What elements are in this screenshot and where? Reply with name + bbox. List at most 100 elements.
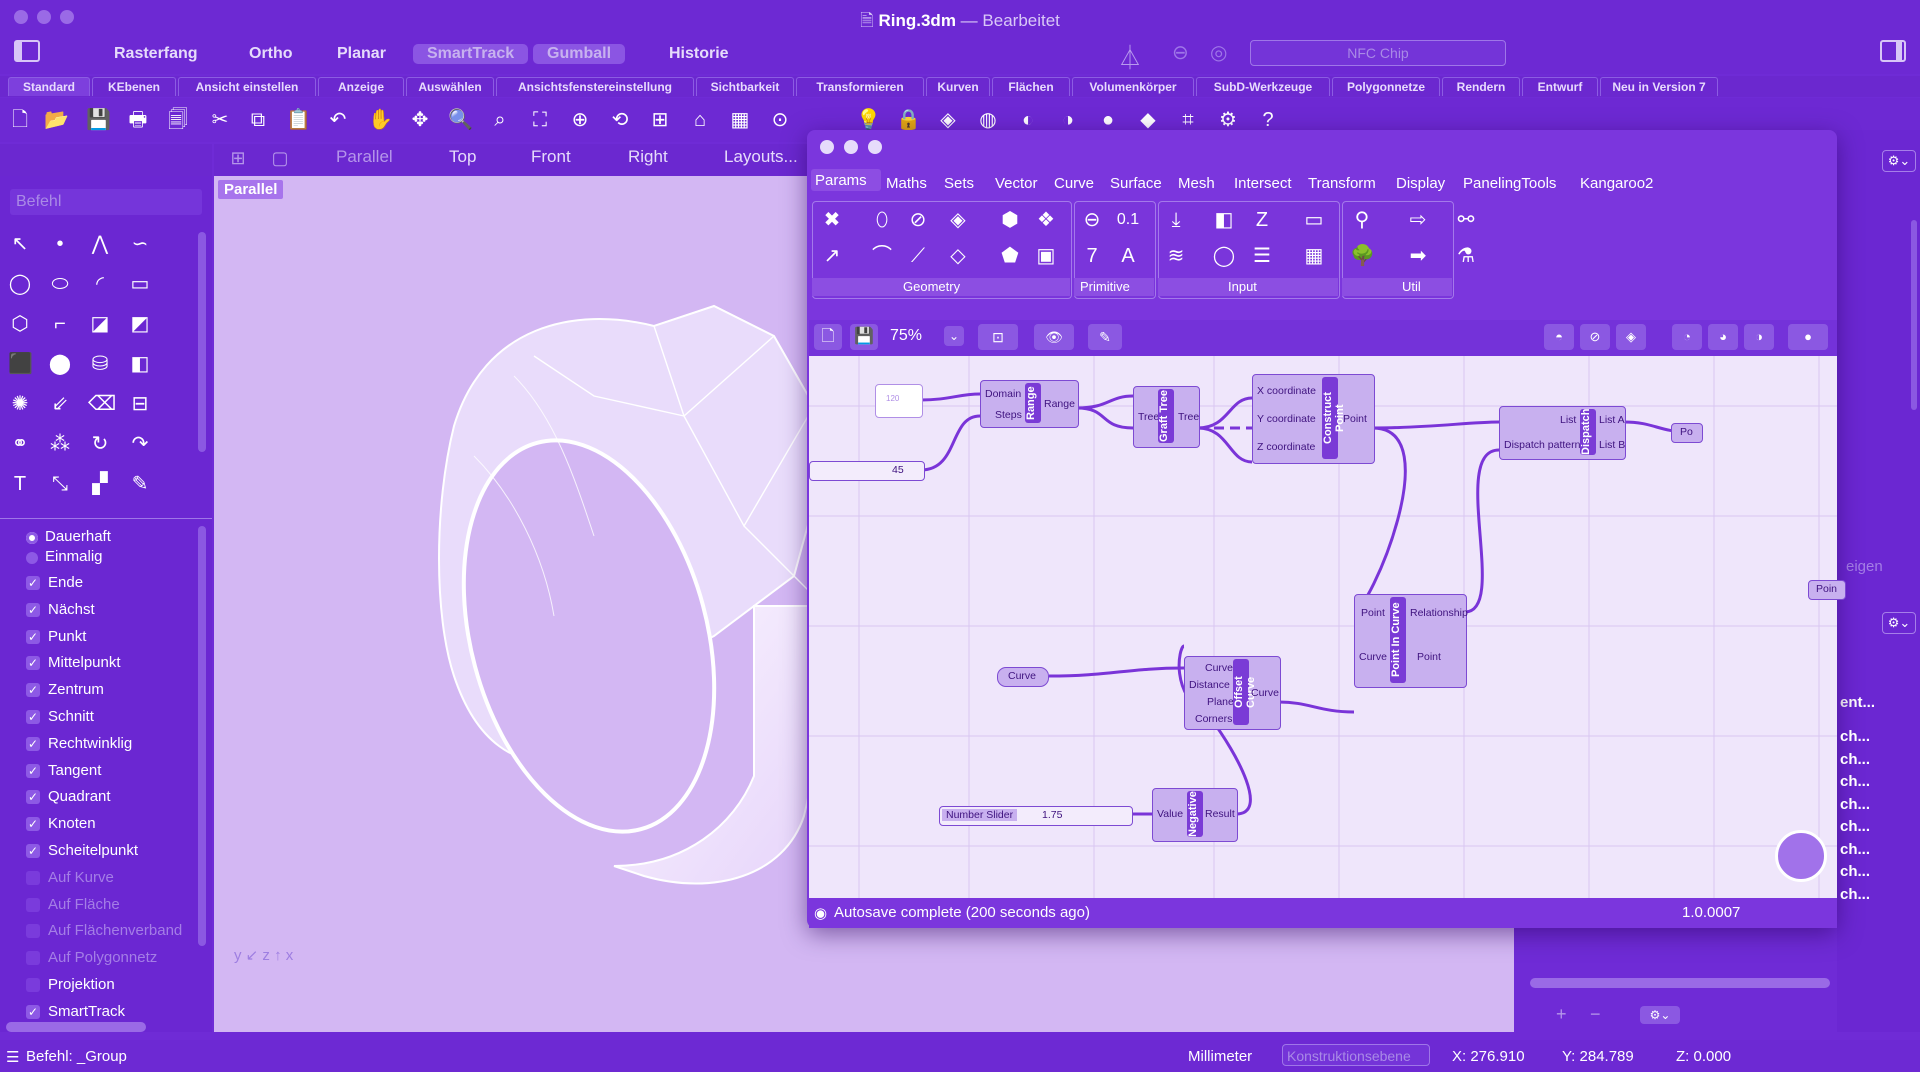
move-icon[interactable]: ↷ (128, 432, 152, 456)
osnap-checkbox-6[interactable]: ✓ (26, 736, 40, 751)
osnap-checkbox-4[interactable]: ✓ (26, 683, 40, 698)
util-tree-icon[interactable]: 🌳 (1350, 244, 1375, 268)
radio-1[interactable] (26, 552, 38, 564)
command-input[interactable]: Befehl (10, 189, 202, 215)
number-slider-1[interactable]: 45 (809, 461, 925, 481)
osnap-checkbox-13[interactable] (26, 924, 40, 939)
panel-node[interactable]: 120 (875, 384, 923, 418)
edge-node-poin[interactable]: Poin (1808, 580, 1846, 600)
polygon-icon[interactable]: ⬡ (8, 312, 32, 336)
toggle-rasterfang[interactable]: Rasterfang (100, 44, 212, 64)
dimension-icon[interactable]: ⌗ (1176, 108, 1200, 132)
input-panel-icon[interactable]: Z (1250, 208, 1274, 232)
util-footer[interactable] (1342, 278, 1452, 296)
ellipse-icon[interactable]: ⬭ (48, 272, 72, 296)
zoom-icon[interactable]: 🔍 (448, 108, 473, 132)
split-icon[interactable]: ⊟ (128, 392, 152, 416)
viewport-label[interactable]: Parallel (218, 180, 284, 199)
rectangle-icon[interactable]: ▭ (128, 272, 152, 296)
preview-mesh-icon[interactable]: ◕ (1708, 324, 1738, 350)
dispatch-node[interactable]: List Dispatch pattern Dispatch List A Li… (1499, 406, 1626, 460)
gh-zoom-button[interactable] (868, 140, 882, 154)
gh-save-icon[interactable]: 💾 (850, 324, 878, 350)
gh-menu-display[interactable]: Display (1396, 175, 1445, 192)
save-icon[interactable]: 💾 (86, 108, 111, 132)
number-slider-2[interactable]: Number Slider 1.75 (939, 806, 1133, 826)
point-icon[interactable]: ⊙ (768, 108, 792, 132)
sphere-icon[interactable]: ⬤ (48, 352, 72, 376)
tab-14[interactable]: Entwurf (1522, 77, 1598, 96)
viewport-layout-icon[interactable]: ⊞ (226, 146, 250, 170)
param-brep-icon[interactable]: ⬟ (998, 244, 1022, 268)
rendered-icon[interactable]: ◑ (1056, 108, 1080, 132)
param-generic-icon[interactable]: ✖ (820, 208, 844, 232)
four-viewports-icon[interactable]: ⊞ (648, 108, 672, 132)
osnap-checkbox-1[interactable]: ✓ (26, 602, 40, 617)
horizontal-scrollbar[interactable] (6, 1022, 146, 1032)
record-history-icon[interactable]: ⊖ (1172, 40, 1189, 65)
right-row-6[interactable]: ch... (1840, 863, 1870, 880)
param-surface-icon[interactable]: ◈ (946, 208, 970, 232)
zoom-select[interactable]: 75% ⌄ (890, 324, 970, 350)
param-mesh-icon[interactable]: ❖ (1034, 208, 1058, 232)
extrude-icon[interactable]: ◧ (128, 352, 152, 376)
osnap-checkbox-7[interactable]: ✓ (26, 763, 40, 778)
arc-icon[interactable]: ◜ (88, 272, 112, 296)
toggle-smarttrack[interactable]: SmartTrack (413, 44, 529, 64)
param-circle-icon[interactable]: ⬯ (870, 208, 894, 232)
input-import-icon[interactable]: ⤓ (1164, 208, 1188, 232)
tab-6[interactable]: Sichtbarkeit (696, 77, 794, 96)
gh-minimize-button[interactable] (844, 140, 858, 154)
osnap-checkbox-9[interactable]: ✓ (26, 817, 40, 832)
zoom-selected-icon[interactable]: ⊕ (568, 108, 592, 132)
tab-right[interactable]: Right (628, 147, 668, 167)
zoom-dropdown-icon[interactable]: ⌄ (944, 326, 964, 346)
input-list-icon[interactable]: ☰ (1250, 244, 1274, 268)
curve-param-node[interactable]: Curve (997, 667, 1049, 687)
scale-icon[interactable]: ⤡ (48, 472, 72, 496)
radio-0[interactable] (26, 532, 38, 544)
tab-12[interactable]: Polygonnetze (1332, 77, 1440, 96)
param-text-icon[interactable]: A (1116, 244, 1140, 268)
status-list-icon[interactable]: ☰ (6, 1048, 19, 1066)
render-sphere-icon[interactable]: ◍ (976, 108, 1000, 132)
range-node[interactable]: Domain Steps Range Range (980, 380, 1079, 428)
undo-view-icon[interactable]: ⟲ (608, 108, 632, 132)
gh-menu-params[interactable]: Params (815, 172, 867, 189)
help-icon[interactable]: ? (1256, 108, 1280, 132)
box-icon[interactable]: ⬛ (8, 352, 33, 376)
panel-options-gear-icon[interactable]: ⚙⌄ (1882, 150, 1916, 172)
preview-sphere-icon[interactable]: ● (1788, 324, 1828, 350)
input-dial-icon[interactable]: ◯ (1212, 244, 1236, 268)
right-row-0[interactable]: ch... (1840, 728, 1870, 745)
edge-node-po[interactable]: Po (1671, 423, 1703, 443)
surface-loft-icon[interactable]: ◩ (128, 312, 152, 336)
tab-7[interactable]: Transformieren (796, 77, 924, 96)
tab-15[interactable]: Neu in Version 7 (1600, 77, 1718, 96)
toggle-historie[interactable]: Historie (655, 44, 743, 64)
array-icon[interactable]: ⁂ (48, 432, 72, 456)
util-flask-icon[interactable]: ⚗ (1454, 244, 1478, 268)
osnap-checkbox-3[interactable]: ✓ (26, 656, 40, 671)
util-jump-icon[interactable]: ⚯ (1454, 208, 1478, 232)
material-icon[interactable]: ◈ (936, 108, 960, 132)
ghosted-icon[interactable]: ● (1096, 108, 1120, 132)
environment-icon[interactable]: ◆ (1136, 108, 1160, 132)
gumball-pivot-icon[interactable]: ◎ (1210, 40, 1227, 65)
shaded-icon[interactable]: ◐ (1016, 108, 1040, 132)
surface-corner-icon[interactable]: ◪ (88, 312, 112, 336)
single-viewport-icon[interactable]: ▢ (268, 146, 292, 170)
construct-point-node[interactable]: X coordinate Y coordinate Z coordinate C… (1252, 374, 1375, 464)
point-in-curve-node[interactable]: Point Curve Point In Curve Relationship … (1354, 594, 1468, 688)
osnap-checkbox-12[interactable] (26, 897, 40, 912)
preview-selected-icon[interactable]: ◔ (1672, 324, 1702, 350)
lower-scrollbar[interactable] (1530, 978, 1830, 988)
undo-icon[interactable]: ↶ (326, 108, 350, 132)
rotate-icon[interactable]: ↻ (88, 432, 112, 456)
offset-curve-node[interactable]: Curve Distance Plane Corners Offset Curv… (1184, 656, 1281, 730)
param-box-icon[interactable]: ⬢ (998, 208, 1022, 232)
gh-menu-kangaroo2[interactable]: Kangaroo2 (1580, 175, 1653, 192)
gh-menu-surface[interactable]: Surface (1110, 175, 1162, 192)
tab-2[interactable]: Ansicht einstellen (178, 77, 316, 96)
gh-menu-intersect[interactable]: Intersect (1234, 175, 1292, 192)
